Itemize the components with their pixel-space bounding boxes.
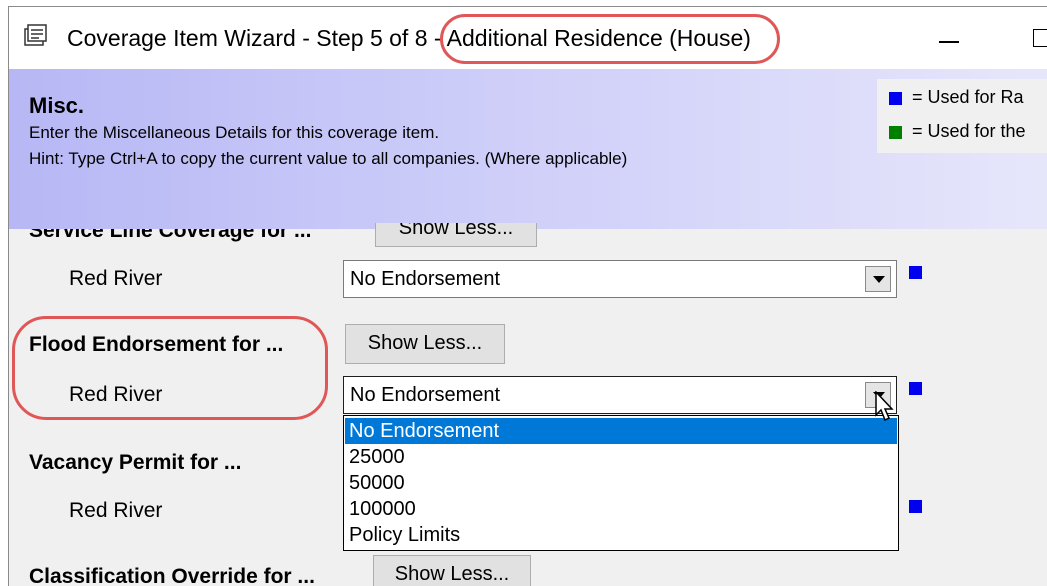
service-line-coverage-select[interactable]: No Endorsement <box>343 260 897 298</box>
section-title-flood-endorsement: Flood Endorsement for ... <box>29 333 284 356</box>
title-bar: Coverage Item Wizard - Step 5 of 8 - Add… <box>9 7 1047 69</box>
flood-endorsement-dropdown-list[interactable]: No Endorsement 25000 50000 100000 Policy… <box>343 415 899 551</box>
company-label-flood: Red River <box>69 383 163 406</box>
dropdown-option-25000[interactable]: 25000 <box>345 444 897 470</box>
dropdown-option-policy-limits[interactable]: Policy Limits <box>345 522 897 548</box>
flood-endorsement-select[interactable]: No Endorsement <box>343 376 897 414</box>
dropdown-option-50000[interactable]: 50000 <box>345 470 897 496</box>
step-description: Enter the Miscellaneous Details for this… <box>29 123 440 142</box>
step-header-banner: Misc. Enter the Miscellaneous Details fo… <box>9 69 1047 229</box>
blue-square-icon <box>889 91 902 105</box>
company-label-service-line: Red River <box>69 267 163 290</box>
service-line-coverage-value: No Endorsement <box>350 268 501 290</box>
rating-marker-icon <box>909 266 922 279</box>
minimize-icon[interactable] <box>939 41 959 43</box>
dropdown-option-no-endorsement[interactable]: No Endorsement <box>345 418 897 444</box>
legend-label-rating: = Used for Ra <box>912 87 1024 107</box>
flood-endorsement-value: No Endorsement <box>350 384 501 406</box>
chevron-down-icon[interactable] <box>865 266 891 292</box>
green-square-icon <box>889 125 902 139</box>
show-less-button-classification[interactable]: Show Less... <box>373 555 531 586</box>
step-hint: Hint: Type Ctrl+A to copy the current va… <box>29 149 628 168</box>
wizard-window: Coverage Item Wizard - Step 5 of 8 - Add… <box>8 6 1047 586</box>
legend-item-other: = Used for the <box>889 121 1026 142</box>
mouse-pointer-icon <box>875 391 894 422</box>
section-title-classification-override: Classification Override for ... <box>29 565 315 586</box>
window-title: Coverage Item Wizard - Step 5 of 8 - Add… <box>67 25 751 51</box>
dropdown-option-100000[interactable]: 100000 <box>345 496 897 522</box>
show-less-button-flood[interactable]: Show Less... <box>345 324 505 364</box>
legend-item-rating: = Used for Ra <box>889 87 1024 108</box>
rating-marker-icon <box>909 500 922 513</box>
legend: = Used for Ra = Used for the <box>877 79 1047 153</box>
section-title-vacancy-permit: Vacancy Permit for ... <box>29 451 242 474</box>
wizard-app-icon <box>24 24 47 46</box>
step-title: Misc. <box>29 93 85 118</box>
legend-label-other: = Used for the <box>912 121 1026 141</box>
rating-marker-icon <box>909 382 922 395</box>
maximize-icon[interactable] <box>1033 29 1047 47</box>
company-label-vacancy: Red River <box>69 499 163 522</box>
